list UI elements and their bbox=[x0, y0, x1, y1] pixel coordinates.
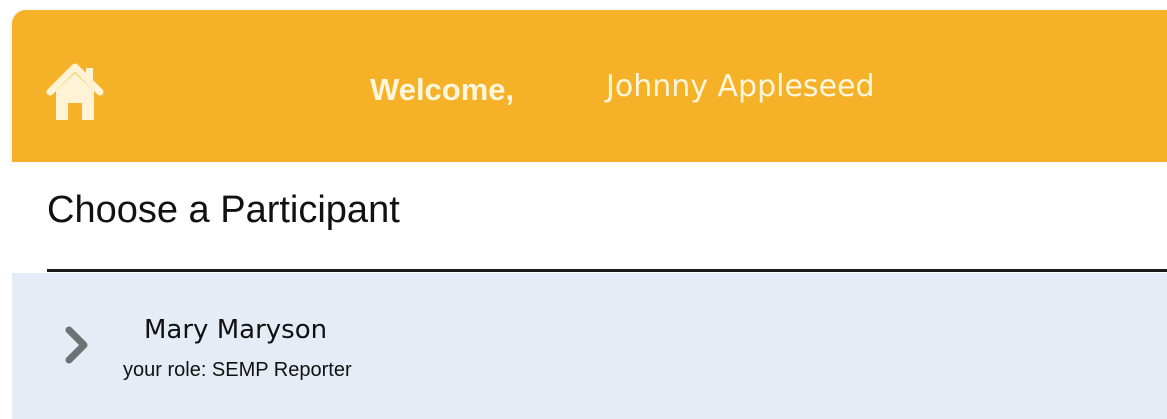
header-bar: Welcome, Johnny Appleseed bbox=[12, 10, 1167, 162]
participant-row[interactable]: Mary Maryson your role: SEMP Reporter bbox=[12, 273, 1167, 419]
participant-name: Mary Maryson bbox=[144, 315, 328, 345]
participant-role: your role: SEMP Reporter bbox=[123, 359, 352, 381]
page: Welcome, Johnny Appleseed Choose a Parti… bbox=[0, 0, 1167, 419]
user-name: Johnny Appleseed bbox=[606, 69, 875, 104]
page-title: Choose a Participant bbox=[47, 189, 400, 231]
home-icon[interactable] bbox=[42, 58, 108, 124]
welcome-label: Welcome, bbox=[370, 72, 515, 107]
title-divider bbox=[47, 269, 1167, 272]
chevron-right-icon bbox=[65, 326, 88, 364]
